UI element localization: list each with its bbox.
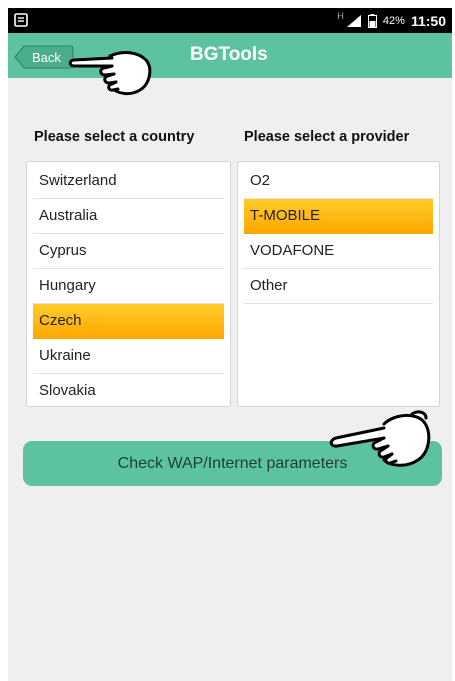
battery-percent: 42% (382, 14, 405, 27)
pointing-hand-icon (68, 51, 152, 96)
list-item-czech[interactable]: Czech (33, 304, 224, 339)
list-item-australia[interactable]: Australia (33, 199, 224, 234)
list-item-label: VODAFONE (250, 242, 335, 259)
provider-header: Please select a provider (244, 129, 410, 145)
list-item-label: Other (250, 277, 288, 294)
signal-icon (346, 14, 361, 27)
provider-list[interactable]: O2 T-MOBILE VODAFONE Other (237, 161, 440, 407)
battery-icon (367, 13, 377, 28)
list-item-hungary[interactable]: Hungary (33, 269, 224, 304)
list-item-switzerland[interactable]: Switzerland (33, 164, 224, 199)
status-bar: H 42% 11:50 (8, 8, 452, 33)
country-list[interactable]: Switzerland Australia Cyprus Hungary Cze… (26, 161, 231, 407)
clock: 11:50 (410, 12, 446, 29)
list-item-cyprus[interactable]: Cyprus (33, 234, 224, 269)
list-item-label: Czech (39, 312, 82, 329)
list-item-label: Ukraine (39, 347, 91, 364)
list-item-label: Hungary (39, 277, 96, 294)
notification-icon (14, 13, 28, 27)
list-item-other[interactable]: Other (244, 269, 433, 304)
list-item-ukraine[interactable]: Ukraine (33, 339, 224, 374)
list-item-vodafone[interactable]: VODAFONE (244, 234, 433, 269)
list-item-o2[interactable]: O2 (244, 164, 433, 199)
list-item-label: T-MOBILE (250, 207, 321, 224)
list-item-label: Australia (39, 207, 98, 224)
app-title: BGTools (190, 44, 268, 65)
list-item-slovakia[interactable]: Slovakia (33, 374, 224, 406)
list-item-label: Slovakia (39, 382, 96, 399)
country-header: Please select a country (34, 129, 195, 145)
pointing-hand-icon (329, 410, 431, 467)
network-type-indicator: H (337, 10, 344, 21)
list-item-t-mobile[interactable]: T-MOBILE (244, 199, 433, 234)
list-item-label: Cyprus (39, 242, 87, 259)
back-button[interactable]: Back (14, 45, 74, 69)
list-item-label: Switzerland (39, 172, 117, 189)
phone-screen: H 42% 11:50 Back BGTools Please select a… (8, 8, 452, 681)
list-item-label: O2 (250, 172, 271, 189)
back-button-label: Back (32, 50, 61, 65)
